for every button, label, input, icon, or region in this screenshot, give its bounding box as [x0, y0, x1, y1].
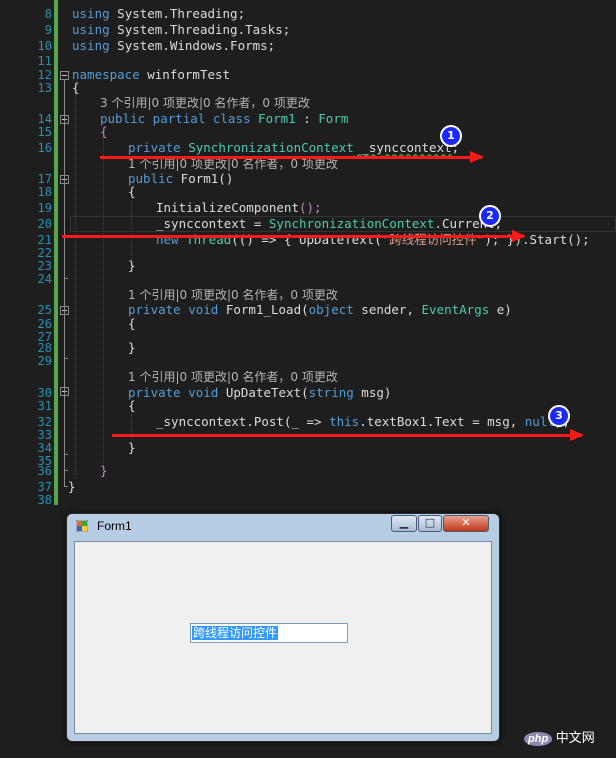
line-number: 10 — [37, 39, 52, 53]
line-number: 16 — [37, 141, 52, 155]
form-client-area: 跨线程访问控件 — [74, 541, 492, 734]
line-number: 31 — [37, 399, 52, 413]
line-number: 38 — [37, 493, 52, 507]
indent-guide — [75, 88, 76, 478]
site-watermark: php 中文网 — [524, 727, 595, 746]
code-line: _synccontext = SynchronizationContext.Cu… — [156, 216, 503, 231]
code-line: } — [128, 258, 136, 273]
code-line: } — [100, 463, 108, 478]
annotation-arrow-2 — [62, 230, 526, 242]
line-number: 29 — [37, 354, 52, 368]
fold-outline — [64, 80, 65, 486]
code-line: using System.Threading; — [72, 6, 246, 21]
code-line: { — [72, 80, 80, 95]
annotation-badge-1: 1 — [440, 125, 462, 147]
textbox1[interactable]: 跨线程访问控件 — [190, 623, 348, 643]
code-line: public partial class Form1 : Form — [100, 111, 349, 126]
textbox-selected-text: 跨线程访问控件 — [192, 626, 279, 640]
codelens-references[interactable]: 1 个引用|0 项更改|0 名作者，0 项更改 — [128, 287, 338, 303]
line-number: 36 — [37, 464, 52, 478]
code-editor[interactable]: 8 9 10 11 12 13 14 15 16 17 18 19 20 21 22 23 24 25 26 27 28… — [0, 0, 616, 507]
line-number: 24 — [37, 272, 52, 286]
code-line: } — [128, 340, 136, 355]
indent-guide — [103, 136, 104, 466]
code-line: InitializeComponent(); — [156, 200, 322, 215]
fold-end — [64, 454, 68, 455]
line-number: 18 — [37, 185, 52, 199]
fold-end — [64, 278, 68, 279]
code-line: namespace winformTest — [72, 67, 231, 82]
code-line: _synccontext.Post(_ => this.textBox1.Tex… — [156, 414, 570, 429]
annotation-arrow-3 — [112, 429, 584, 441]
change-indicator-bar — [54, 0, 58, 505]
code-line: private void UpDateText(string msg) — [128, 385, 392, 400]
form1-window[interactable]: Form1 ▁ □ ✕ 跨线程访问控件 — [66, 513, 500, 742]
php-logo: php — [524, 732, 553, 746]
code-line: } — [128, 440, 136, 455]
close-button[interactable]: ✕ — [443, 515, 489, 532]
codelens-references[interactable]: 1 个引用|0 项更改|0 名作者，0 项更改 — [128, 369, 338, 385]
code-line: private void Form1_Load(object sender, E… — [128, 302, 512, 317]
annotation-badge-2: 2 — [479, 205, 501, 227]
line-number: 9 — [44, 23, 52, 37]
code-line: { — [128, 184, 136, 199]
line-number: 15 — [37, 125, 52, 139]
line-number: 20 — [37, 217, 52, 231]
maximize-button[interactable]: □ — [418, 515, 442, 532]
fold-end — [64, 358, 68, 359]
line-number-gutter: 8 9 10 11 12 13 14 15 16 17 18 19 20 21 22 23 24 25 26 27 28… — [0, 0, 54, 507]
code-line: public Form1() — [128, 171, 234, 186]
code-line: { — [128, 316, 136, 331]
form-app-icon — [76, 520, 88, 532]
code-line: using System.Threading.Tasks; — [72, 22, 291, 37]
minimize-button[interactable]: ▁ — [391, 515, 417, 532]
fold-toggle-icon[interactable] — [60, 71, 69, 80]
line-number: 19 — [37, 201, 52, 215]
code-line: using System.Windows.Forms; — [72, 38, 276, 53]
code-line: private SynchronizationContext _synccont… — [128, 140, 460, 155]
code-line: { — [128, 398, 136, 413]
fold-end — [64, 470, 68, 471]
code-line: { — [100, 124, 108, 139]
annotation-badge-3: 3 — [548, 405, 570, 427]
code-line: } — [68, 479, 76, 494]
line-number: 8 — [44, 7, 52, 21]
annotation-arrow-1 — [100, 151, 484, 163]
watermark-text: 中文网 — [555, 730, 595, 745]
line-number: 13 — [37, 81, 52, 95]
codelens-references[interactable]: 3 个引用|0 项更改|0 名作者，0 项更改 — [100, 95, 310, 111]
window-title: Form1 — [97, 519, 132, 533]
